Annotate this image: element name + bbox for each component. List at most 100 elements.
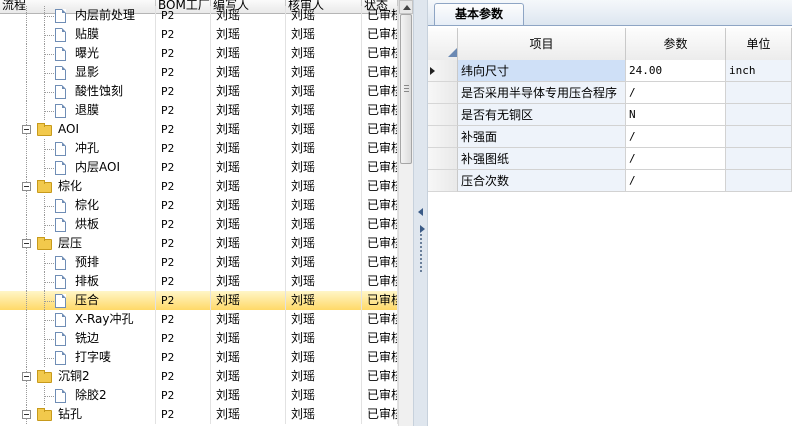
row-indicator[interactable] (428, 82, 458, 104)
parameter-panel: 基本参数 项目 参数 单位 纬向尺寸 24.00 inch 是否采用半导体专用压合程序… (428, 0, 792, 426)
param-value-cell[interactable]: / (626, 126, 726, 148)
reviewer-cell: 刘瑶 (286, 310, 362, 329)
parameter-row[interactable]: 补强面 / (428, 126, 792, 148)
tree-node-label: 除胶2 (75, 388, 107, 402)
param-value-cell[interactable]: 24.00 (626, 60, 726, 82)
scroll-thumb[interactable] (400, 14, 412, 164)
tree-row[interactable]: 排板P2刘瑶刘瑶已审核 (0, 272, 398, 291)
tree-vertical-scrollbar[interactable] (398, 0, 413, 426)
bom-cell: P2 (156, 158, 211, 177)
parameter-row[interactable]: 压合次数 / (428, 170, 792, 192)
row-indicator[interactable] (428, 60, 458, 82)
tree-branch-line (44, 168, 54, 169)
param-value-cell[interactable]: / (626, 170, 726, 192)
tree-row[interactable]: 棕化P2刘瑶刘瑶已审核 (0, 196, 398, 215)
collapse-toggle-icon[interactable] (22, 410, 31, 419)
row-indicator[interactable] (428, 126, 458, 148)
tree-row[interactable]: 铣边P2刘瑶刘瑶已审核 (0, 329, 398, 348)
status-cell: 已审核 (362, 272, 398, 291)
editor-cell: 刘瑶 (211, 6, 286, 25)
parameter-row[interactable]: 纬向尺寸 24.00 inch (428, 60, 792, 82)
tree-row[interactable]: 显影P2刘瑶刘瑶已审核 (0, 63, 398, 82)
editor-cell: 刘瑶 (211, 120, 286, 139)
tree-node-label: 排板 (75, 274, 100, 288)
param-unit-cell[interactable] (726, 170, 792, 192)
reviewer-cell: 刘瑶 (286, 348, 362, 367)
document-icon (55, 142, 66, 156)
tree-cell: AOI (0, 120, 156, 139)
status-cell: 已审核 (362, 177, 398, 196)
row-indicator[interactable] (428, 170, 458, 192)
tree-row[interactable]: 除胶2P2刘瑶刘瑶已审核 (0, 386, 398, 405)
tree-row[interactable]: 内层AOIP2刘瑶刘瑶已审核 (0, 158, 398, 177)
bom-cell: P2 (156, 386, 211, 405)
bom-cell: P2 (156, 329, 211, 348)
tree-row[interactable]: 酸性蚀刻P2刘瑶刘瑶已审核 (0, 82, 398, 101)
bom-cell: P2 (156, 234, 211, 253)
param-unit-cell[interactable] (726, 126, 792, 148)
editor-cell: 刘瑶 (211, 215, 286, 234)
document-icon (55, 351, 66, 365)
tree-group-row[interactable]: 钻孔P2刘瑶刘瑶已审核 (0, 405, 398, 424)
grip-icon (404, 85, 409, 86)
col-header-item[interactable]: 项目 (458, 28, 626, 60)
row-indicator[interactable] (428, 104, 458, 126)
param-unit-cell[interactable] (726, 148, 792, 170)
tree-row[interactable]: 冲孔P2刘瑶刘瑶已审核 (0, 139, 398, 158)
document-icon (55, 104, 66, 118)
editor-cell: 刘瑶 (211, 44, 286, 63)
document-icon (55, 85, 66, 99)
tree-row[interactable]: 贴膜P2刘瑶刘瑶已审核 (0, 25, 398, 44)
tree-cell: 压合 (0, 291, 156, 310)
tree-cell: 除胶2 (0, 386, 156, 405)
process-tree-grid[interactable]: 流程 BOM工厂 编写人 核审人 状态 内层前处理P2刘瑶刘瑶已审核贴膜P2刘瑶… (0, 0, 413, 426)
tree-group-row[interactable]: 棕化P2刘瑶刘瑶已审核 (0, 177, 398, 196)
collapse-toggle-icon[interactable] (22, 372, 31, 381)
param-unit-cell[interactable]: inch (726, 60, 792, 82)
tree-cell: 内层前处理 (0, 6, 156, 25)
editor-cell: 刘瑶 (211, 25, 286, 44)
col-header-value[interactable]: 参数 (626, 28, 726, 60)
param-unit-cell[interactable] (726, 82, 792, 104)
folder-icon (37, 237, 52, 250)
scroll-up-button[interactable] (399, 0, 413, 14)
parameter-row[interactable]: 是否有无铜区 N (428, 104, 792, 126)
tab-basic-params[interactable]: 基本参数 (434, 3, 524, 25)
tree-group-row[interactable]: AOIP2刘瑶刘瑶已审核 (0, 120, 398, 139)
parameter-row[interactable]: 是否采用半导体专用压合程序 / (428, 82, 792, 104)
collapse-toggle-icon[interactable] (22, 239, 31, 248)
collapse-toggle-icon[interactable] (22, 125, 31, 134)
tree-row[interactable]: 打字唛P2刘瑶刘瑶已审核 (0, 348, 398, 367)
tree-group-row[interactable]: 层压P2刘瑶刘瑶已审核 (0, 234, 398, 253)
tree-guide-line (26, 196, 27, 215)
tree-cell: 内层AOI (0, 158, 156, 177)
parameter-row[interactable]: 补强图纸 / (428, 148, 792, 170)
param-value-cell[interactable]: / (626, 82, 726, 104)
reviewer-cell: 刘瑶 (286, 101, 362, 120)
tree-row[interactable]: X-Ray冲孔P2刘瑶刘瑶已审核 (0, 310, 398, 329)
tree-guide-line (26, 25, 27, 44)
folder-icon (37, 123, 52, 136)
param-value-cell[interactable]: N (626, 104, 726, 126)
tree-row[interactable]: 压合P2刘瑶刘瑶已审核 (0, 291, 398, 310)
collapse-toggle-icon[interactable] (22, 182, 31, 191)
row-indicator[interactable] (428, 148, 458, 170)
tree-cell: 钻孔 (0, 405, 156, 424)
current-row-arrow-icon (430, 67, 435, 75)
document-icon (55, 313, 66, 327)
reviewer-cell: 刘瑶 (286, 158, 362, 177)
tree-group-row[interactable]: 沉铜2P2刘瑶刘瑶已审核 (0, 367, 398, 386)
tree-row[interactable]: 预排P2刘瑶刘瑶已审核 (0, 253, 398, 272)
param-value-cell[interactable]: / (626, 148, 726, 170)
param-unit-cell[interactable] (726, 104, 792, 126)
tree-node-label: 棕化 (58, 179, 83, 193)
tree-node-label: 压合 (75, 293, 100, 307)
collapse-left-icon[interactable] (418, 208, 423, 216)
tree-row[interactable]: 退膜P2刘瑶刘瑶已审核 (0, 101, 398, 120)
pane-splitter[interactable] (413, 0, 428, 426)
tree-row[interactable]: 曝光P2刘瑶刘瑶已审核 (0, 44, 398, 63)
tree-row[interactable]: 烘板P2刘瑶刘瑶已审核 (0, 215, 398, 234)
col-header-unit[interactable]: 单位 (726, 28, 792, 60)
tree-row[interactable]: 内层前处理P2刘瑶刘瑶已审核 (0, 6, 398, 25)
collapse-right-icon[interactable] (420, 225, 425, 233)
